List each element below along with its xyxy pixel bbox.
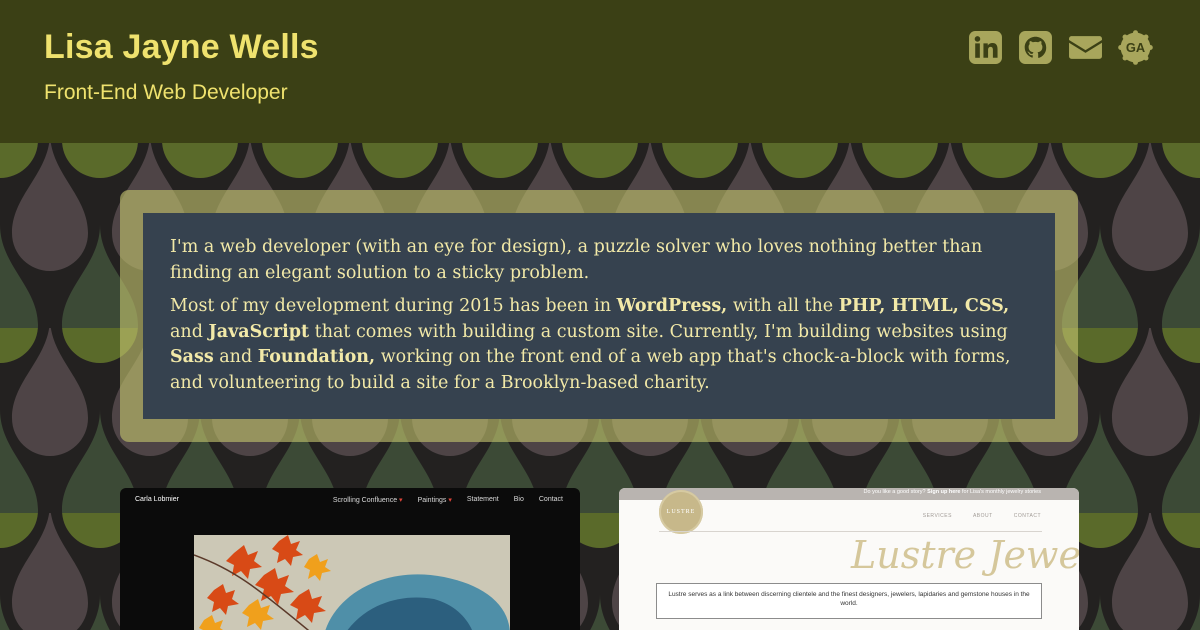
- linkedin-link[interactable]: [968, 30, 1003, 65]
- lustre-signup-text: Do you like a good story? Sign up here f…: [863, 489, 1041, 495]
- site-title[interactable]: Lisa Jayne Wells: [44, 28, 319, 67]
- site-header: Lisa Jayne Wells Front-End Web Developer: [0, 0, 1200, 143]
- linkedin-icon: [969, 31, 1002, 64]
- lustre-nav-services: SERVICES: [922, 513, 952, 519]
- svg-text:GA: GA: [1126, 40, 1145, 55]
- skill-sass: Sass: [170, 347, 214, 367]
- skill-php-html-css: PHP, HTML, CSS,: [838, 296, 1010, 316]
- lustre-divider: [659, 531, 1042, 532]
- social-links: GA: [968, 30, 1153, 65]
- general-assembly-link[interactable]: GA: [1118, 30, 1153, 65]
- skill-wordpress: WordPress,: [616, 296, 728, 316]
- intro-box: I'm a web developer (with an eye for des…: [143, 213, 1055, 419]
- carla-nav-item: Statement: [466, 496, 499, 503]
- lustre-description: Lustre serves as a link between discerni…: [656, 583, 1042, 619]
- lustre-script-title: Lustre Jewels: [851, 533, 1079, 577]
- carla-nav-item: Contact: [538, 496, 563, 503]
- painting-image: [194, 535, 510, 630]
- carla-nav-item: Scrolling Confluence ▾: [332, 497, 403, 504]
- carla-nav-item: Paintings ▾: [417, 497, 452, 504]
- lustre-nav-about: ABOUT: [972, 513, 993, 519]
- carla-site-name: Carla Lobmier: [135, 496, 179, 503]
- lustre-logo: LUSTRE: [659, 490, 703, 534]
- intro-paragraph-2: Most of my development during 2015 has b…: [170, 296, 1011, 393]
- carla-nav-item: Bio: [513, 496, 524, 503]
- skill-foundation: Foundation,: [257, 347, 376, 367]
- site-subtitle: Front-End Web Developer: [44, 81, 288, 104]
- portfolio-thumb-carla-lobmier[interactable]: Carla Lobmier Scrolling Confluence ▾ Pai…: [120, 488, 580, 630]
- portfolio-thumb-lustre-jewels[interactable]: Do you like a good story? Sign up here f…: [619, 488, 1079, 630]
- github-icon: [1019, 31, 1052, 64]
- lustre-nav-contact: CONTACT: [1013, 513, 1041, 519]
- email-link[interactable]: [1068, 30, 1103, 65]
- mail-icon: [1069, 36, 1102, 59]
- general-assembly-icon: GA: [1118, 30, 1153, 65]
- lustre-nav: SERVICES ABOUT CONTACT: [923, 513, 1041, 519]
- lustre-signup-link: Sign up here: [927, 489, 961, 495]
- intro-paragraph-1: I'm a web developer (with an eye for des…: [170, 237, 983, 283]
- skill-javascript: JavaScript: [208, 321, 310, 342]
- carla-nav: Scrolling Confluence ▾ Paintings ▾ State…: [333, 496, 563, 504]
- github-link[interactable]: [1018, 30, 1053, 65]
- intro-frame: I'm a web developer (with an eye for des…: [120, 190, 1078, 442]
